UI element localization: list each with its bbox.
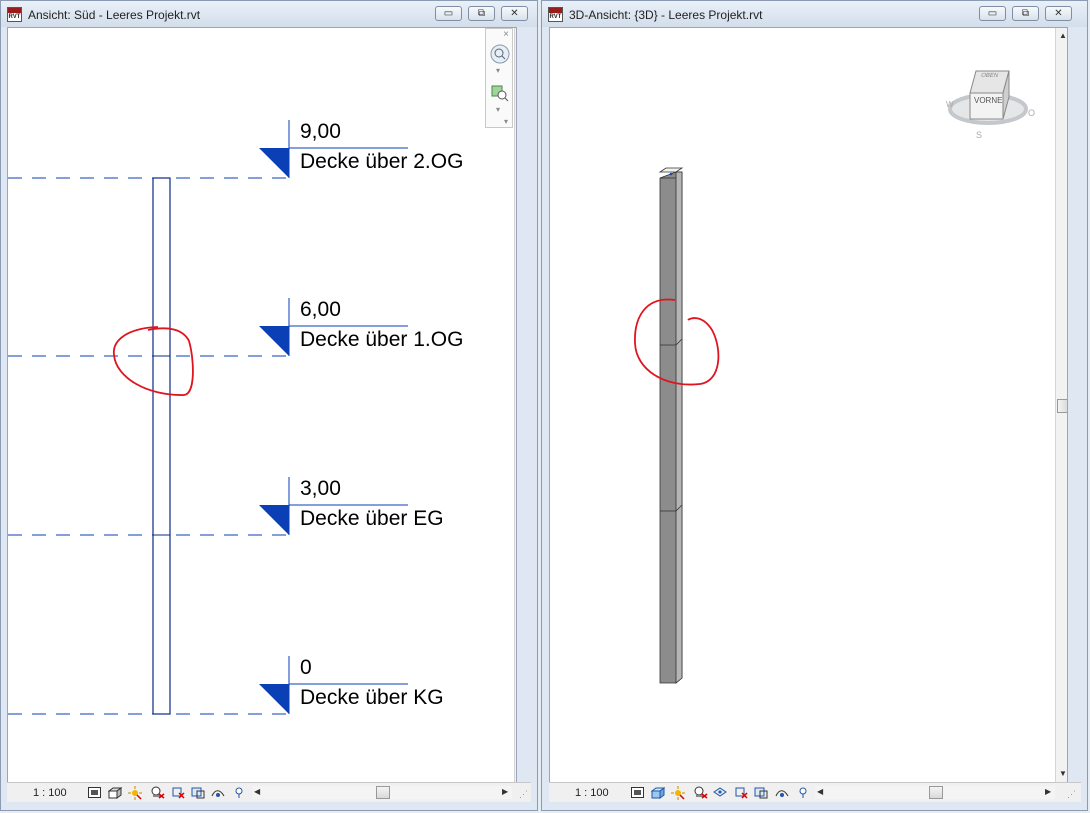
- show-crop-region-icon[interactable]: [191, 786, 205, 799]
- title-bar[interactable]: RVT Ansicht: Süd - Leeres Projekt.rvt ▭ …: [1, 1, 537, 27]
- revit-file-icon: RVT: [548, 7, 563, 22]
- detail-level-icon[interactable]: [87, 786, 101, 799]
- crop-view-icon[interactable]: [171, 786, 185, 799]
- view-scale[interactable]: 1 : 100: [575, 787, 609, 799]
- view-control-bar: 1 : 100 ◀ ▶ ⋰: [549, 782, 1081, 802]
- scroll-left-arrow-icon[interactable]: ◀: [254, 788, 260, 796]
- render-icon[interactable]: [713, 786, 727, 799]
- temporary-hide-icon[interactable]: [211, 786, 225, 799]
- level-elevation: 6,00: [300, 298, 341, 321]
- close-button[interactable]: ✕: [501, 6, 528, 21]
- elevation-drawing: [8, 120, 408, 715]
- zoom-dropdown-icon[interactable]: ▾: [496, 105, 500, 114]
- reveal-hidden-icon[interactable]: [796, 786, 810, 799]
- window-title: 3D-Ansicht: {3D} - Leeres Projekt.rvt: [569, 8, 763, 22]
- visual-style-icon[interactable]: [108, 786, 122, 799]
- column-elevation: [152, 177, 171, 715]
- temporary-hide-icon[interactable]: [775, 786, 789, 799]
- viewcube-top-label[interactable]: OBEN: [980, 73, 999, 79]
- close-button[interactable]: ✕: [1045, 6, 1072, 21]
- horizontal-scrollbar[interactable]: ◀ ▶: [815, 786, 1055, 799]
- scroll-up-arrow-icon[interactable]: ▲: [1059, 32, 1067, 40]
- resize-grip-icon[interactable]: ⋰: [519, 789, 528, 800]
- shadows-icon[interactable]: [694, 786, 708, 799]
- crop-view-icon[interactable]: [734, 786, 748, 799]
- detail-level-icon[interactable]: [630, 786, 644, 799]
- level-name: Decke über 1.OG: [300, 328, 464, 351]
- compass-south-label[interactable]: S: [976, 130, 982, 140]
- vertical-scrollbar[interactable]: ▲ ▼: [1055, 28, 1067, 783]
- scroll-right-arrow-icon[interactable]: ▶: [1045, 788, 1051, 796]
- horizontal-scrollbar[interactable]: ◀ ▶: [252, 786, 512, 799]
- south-elevation-window: RVT Ansicht: Süd - Leeres Projekt.rvt ▭ …: [0, 0, 538, 811]
- horizontal-scroll-thumb[interactable]: [929, 786, 943, 799]
- level-name: Decke über KG: [300, 686, 444, 709]
- level-elevation: 0: [300, 656, 312, 679]
- title-bar[interactable]: RVT 3D-Ansicht: {3D} - Leeres Projekt.rv…: [542, 1, 1087, 27]
- visual-style-icon[interactable]: [651, 786, 665, 799]
- steering-wheel-icon[interactable]: [489, 43, 511, 65]
- shadows-icon[interactable]: [151, 786, 165, 799]
- sun-path-icon[interactable]: [671, 785, 685, 800]
- zoom-region-icon[interactable]: [490, 83, 510, 103]
- resize-grip-icon[interactable]: ⋰: [1067, 789, 1076, 800]
- restore-button[interactable]: ⧉: [1012, 6, 1039, 21]
- column-3d: [658, 167, 684, 684]
- compass-west-label[interactable]: W: [946, 100, 954, 109]
- horizontal-scroll-thumb[interactable]: [376, 786, 390, 799]
- minimize-button[interactable]: ▭: [435, 6, 462, 21]
- scroll-left-arrow-icon[interactable]: ◀: [817, 788, 823, 796]
- level-name: Decke über 2.OG: [300, 150, 464, 173]
- reveal-hidden-icon[interactable]: [232, 786, 246, 799]
- vertical-scroll-thumb[interactable]: [516, 399, 517, 413]
- vertical-scroll-thumb[interactable]: [1057, 399, 1067, 413]
- revit-file-icon: RVT: [7, 7, 22, 22]
- drawing-canvas[interactable]: 9,00 Decke über 2.OG 6,00 Decke über 1.O…: [7, 27, 517, 784]
- scroll-down-arrow-icon[interactable]: ▼: [1059, 770, 1067, 778]
- 3d-drawing: [634, 70, 1028, 684]
- level-name: Decke über EG: [300, 507, 444, 530]
- minimize-button[interactable]: ▭: [979, 6, 1006, 21]
- level-elevation: 3,00: [300, 477, 341, 500]
- viewcube-face-label[interactable]: VORNE: [974, 96, 1002, 105]
- scroll-right-arrow-icon[interactable]: ▶: [502, 788, 508, 796]
- steering-wheel-dropdown-icon[interactable]: ▾: [496, 66, 500, 75]
- restore-button[interactable]: ⧉: [468, 6, 495, 21]
- view-control-bar: 1 : 100 ◀ ▶ ⋰: [7, 782, 531, 802]
- 3d-canvas[interactable]: VORNE OBEN W S O ▲ ▼: [549, 27, 1068, 784]
- nav-bar-options-icon[interactable]: ▾: [504, 117, 508, 126]
- show-crop-region-icon[interactable]: [754, 786, 768, 799]
- window-title: Ansicht: Süd - Leeres Projekt.rvt: [28, 8, 201, 22]
- navigation-bar: × ▾ ▾ ▾: [485, 28, 513, 128]
- level-elevation: 9,00: [300, 120, 341, 143]
- sun-path-icon[interactable]: [128, 785, 142, 800]
- nav-bar-close-button[interactable]: ×: [503, 29, 509, 40]
- vertical-scrollbar[interactable]: ▲ ▼: [514, 28, 517, 783]
- 3d-view-window: RVT 3D-Ansicht: {3D} - Leeres Projekt.rv…: [541, 0, 1088, 811]
- view-scale[interactable]: 1 : 100: [33, 787, 67, 799]
- compass-east-label[interactable]: O: [1028, 108, 1035, 118]
